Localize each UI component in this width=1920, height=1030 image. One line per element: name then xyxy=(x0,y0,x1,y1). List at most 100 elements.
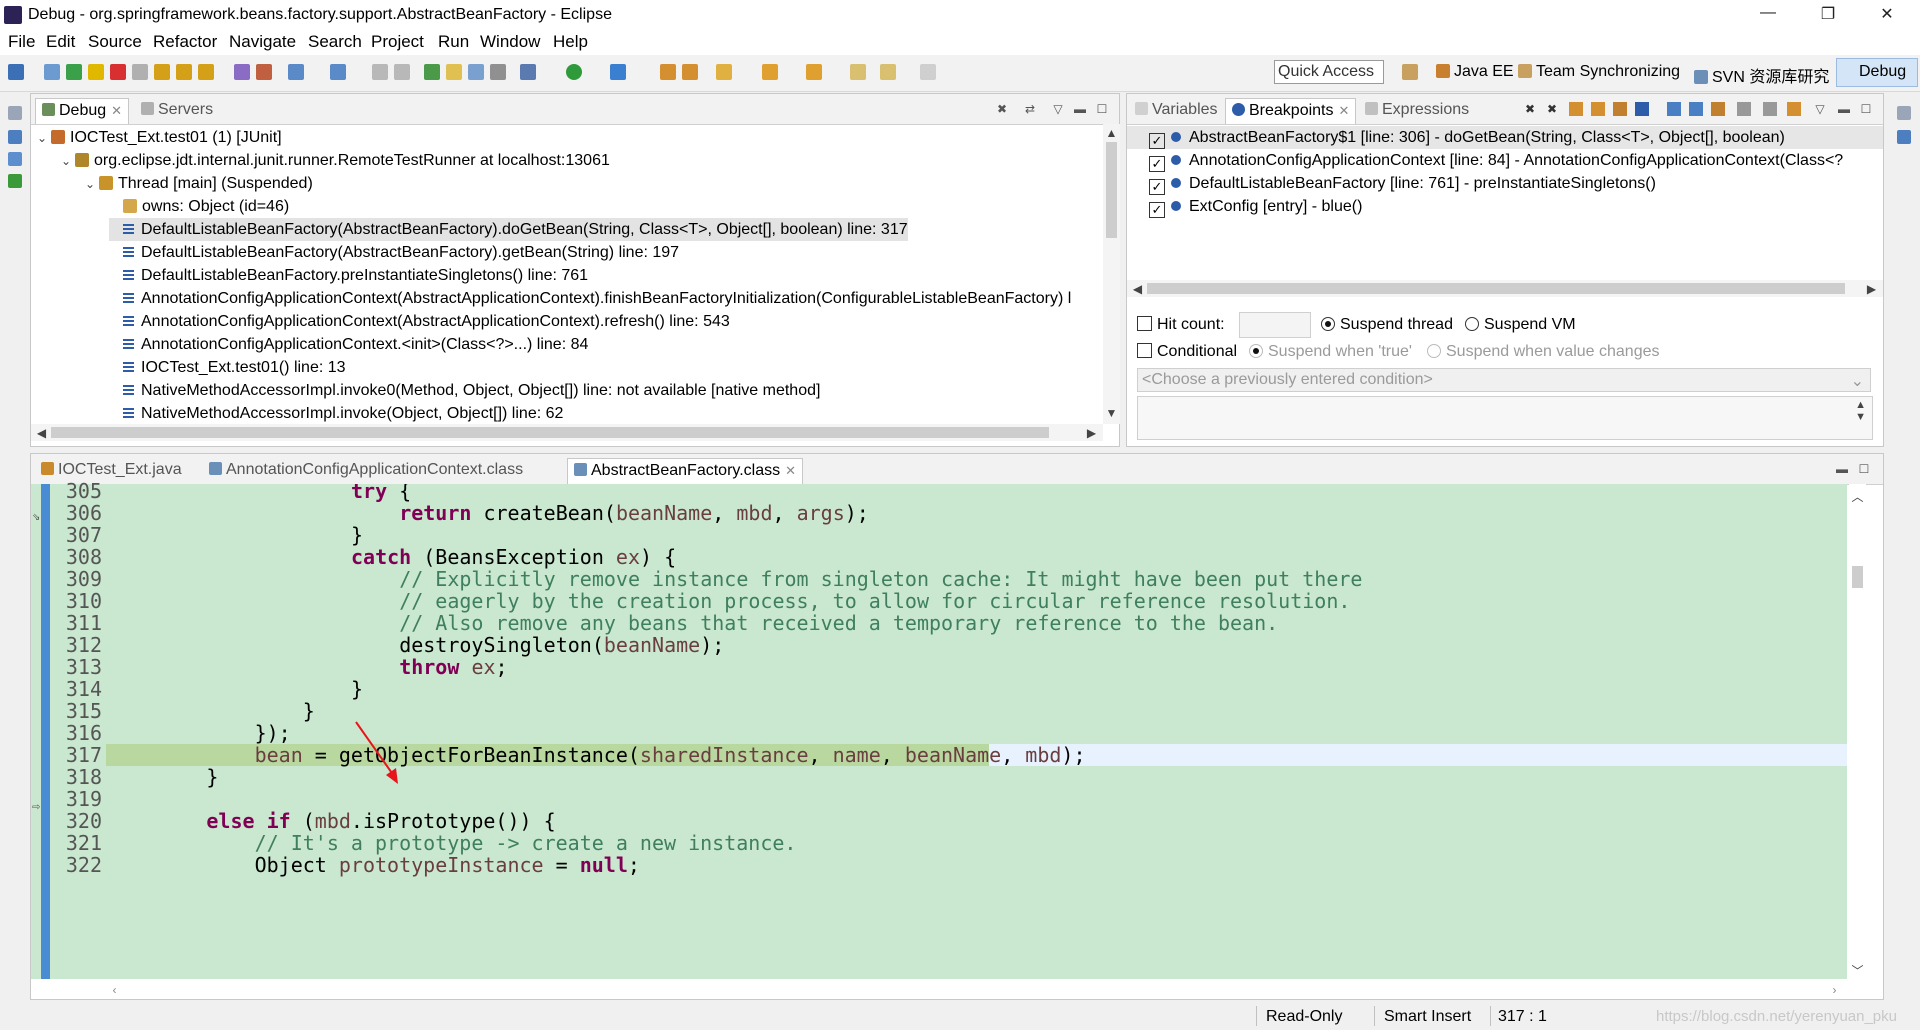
menu-source[interactable]: Source xyxy=(88,32,142,52)
minimize-editor-icon[interactable]: ▬ xyxy=(1835,462,1849,476)
debug-hscroll[interactable]: ◀ ▶ xyxy=(31,424,1103,441)
restore-button[interactable]: ❐ xyxy=(1808,4,1848,24)
stack-frame-row[interactable]: AnnotationConfigApplicationContext(Abstr… xyxy=(109,310,730,333)
chevron-down-icon[interactable]: ⌄ xyxy=(85,173,99,196)
instruction-pointer-icon[interactable]: ⇨ xyxy=(32,802,40,813)
minimize-view-icon[interactable]: ▬ xyxy=(1073,102,1087,116)
scroll-thumb[interactable] xyxy=(1852,566,1863,588)
condition-editor[interactable]: ▲ ▼ xyxy=(1137,396,1873,440)
menu-window[interactable]: Window xyxy=(480,32,540,52)
menu-edit[interactable]: Edit xyxy=(46,32,75,52)
suspend-thread-radio[interactable] xyxy=(1321,317,1335,331)
breakpoint-item[interactable]: ✓ AbstractBeanFactory$1 [line: 306] - doG… xyxy=(1127,126,1883,149)
show-breakpoints-icon[interactable] xyxy=(1569,102,1583,116)
close-icon[interactable]: ✕ xyxy=(785,463,796,478)
chevron-down-icon[interactable]: ⌄ xyxy=(61,150,75,173)
scroll-up-icon[interactable]: ▲ xyxy=(1103,126,1120,140)
stack-frame-row[interactable]: DefaultListableBeanFactory.preInstantiat… xyxy=(109,264,588,287)
menu-search[interactable]: Search xyxy=(308,32,362,52)
breakpoint-enabled-checkbox[interactable]: ✓ xyxy=(1149,179,1165,195)
open-perspective-icon[interactable] xyxy=(1402,64,1418,80)
breakpoint-enabled-checkbox[interactable]: ✓ xyxy=(1149,202,1165,218)
stack-frame-row[interactable]: DefaultListableBeanFactory(AbstractBeanF… xyxy=(109,218,908,241)
print-icon[interactable] xyxy=(372,64,388,80)
suspend-thread-option[interactable]: Suspend thread xyxy=(1321,316,1453,334)
close-icon[interactable]: ✕ xyxy=(1339,103,1350,118)
copy-icon[interactable] xyxy=(394,64,410,80)
collapse-all-icon[interactable] xyxy=(1689,102,1703,116)
perspective-java-ee[interactable]: Java EE xyxy=(1436,63,1514,81)
toggle-mark-icon[interactable] xyxy=(424,64,440,80)
tab-annotation-config-class[interactable]: AnnotationConfigApplicationContext.class xyxy=(203,458,529,484)
collapse-icon[interactable]: ⇄ xyxy=(1023,102,1037,116)
suspend-icon[interactable] xyxy=(88,64,104,80)
scroll-updown-icon[interactable]: ▲ ▼ xyxy=(1855,399,1866,423)
open-folder-icon[interactable] xyxy=(660,64,676,80)
scroll-right-icon[interactable]: › xyxy=(1826,983,1843,997)
hit-count-option[interactable]: Hit count: xyxy=(1137,316,1225,334)
show-whitespace-icon[interactable] xyxy=(490,64,506,80)
menu-file[interactable]: File xyxy=(8,32,35,52)
restore-icon[interactable] xyxy=(1897,106,1911,120)
perspective-debug[interactable]: Debug xyxy=(1836,58,1918,87)
tab-variables[interactable]: Variables xyxy=(1129,98,1224,124)
package-explorer-icon[interactable] xyxy=(8,130,22,144)
scroll-right-icon[interactable]: ▶ xyxy=(1083,426,1100,440)
search-icon[interactable] xyxy=(716,64,732,80)
scroll-thumb[interactable] xyxy=(51,427,1049,438)
condition-history-select[interactable]: <Choose a previously entered condition> ⌄ xyxy=(1137,368,1871,392)
step-into-icon[interactable] xyxy=(154,64,170,80)
stack-frame-row[interactable]: IOCTest_Ext.test01() line: 13 xyxy=(109,356,346,379)
scroll-right-icon[interactable]: ▶ xyxy=(1863,282,1880,296)
conditional-checkbox[interactable] xyxy=(1137,343,1152,358)
suspend-when-true-radio[interactable] xyxy=(1249,344,1263,358)
use-step-filters-icon[interactable] xyxy=(256,64,272,80)
menu-navigate[interactable]: Navigate xyxy=(229,32,296,52)
terminate-icon[interactable] xyxy=(110,64,126,80)
highlight-icon[interactable] xyxy=(446,64,462,80)
conditional-option[interactable]: Conditional xyxy=(1137,343,1237,361)
scroll-left-icon[interactable]: ◀ xyxy=(33,426,50,440)
scroll-thumb[interactable] xyxy=(1147,283,1845,294)
stack-frame-row[interactable]: DefaultListableBeanFactory(AbstractBeanF… xyxy=(109,241,679,264)
stack-frame-row[interactable]: NativeMethodAccessorImpl.invoke(Object, … xyxy=(109,402,563,424)
view-menu-icon[interactable]: ▽ xyxy=(1813,102,1827,116)
perspective-team-sync[interactable]: Team Synchronizing xyxy=(1518,63,1680,81)
back-history-icon[interactable] xyxy=(880,64,896,80)
maximize-editor-icon[interactable]: ☐ xyxy=(1857,462,1871,476)
drop-to-frame-icon[interactable] xyxy=(234,64,250,80)
tab-debug[interactable]: Debug ✕ xyxy=(35,98,130,124)
debug-run-icon[interactable] xyxy=(520,64,536,80)
tree-node[interactable]: ⌄ Thread [main] (Suspended) xyxy=(85,172,313,195)
annotation-next-icon[interactable] xyxy=(762,64,778,80)
breakpoint-item[interactable]: ✓ ExtConfig [entry] - blue() xyxy=(1127,195,1883,218)
tab-servers[interactable]: Servers xyxy=(135,98,219,124)
maximize-view-icon[interactable]: ☐ xyxy=(1859,102,1873,116)
stack-frame-row[interactable]: NativeMethodAccessorImpl.invoke0(Method,… xyxy=(109,379,820,402)
scroll-left-icon[interactable]: ◀ xyxy=(1129,282,1146,296)
expand-all-icon[interactable] xyxy=(1667,102,1681,116)
skip-breakpoints-icon[interactable] xyxy=(44,64,60,80)
breakpoint-enabled-checkbox[interactable]: ✓ xyxy=(1149,133,1165,149)
run-icon[interactable] xyxy=(566,64,582,80)
go-to-file-icon[interactable] xyxy=(1591,102,1605,116)
stack-frame-row[interactable]: AnnotationConfigApplicationContext.<init… xyxy=(109,333,588,356)
minimize-button[interactable]: — xyxy=(1748,4,1788,22)
menu-run[interactable]: Run xyxy=(438,32,469,52)
scroll-thumb[interactable] xyxy=(1106,142,1117,238)
tab-expressions[interactable]: Expressions xyxy=(1359,98,1475,124)
editor-hscroll[interactable]: ‹ › xyxy=(106,981,1849,998)
debug-vscroll[interactable]: ▲ ▼ xyxy=(1103,124,1120,424)
chevron-down-icon[interactable]: ⌄ xyxy=(37,127,51,150)
scroll-down-icon[interactable]: ﹀ xyxy=(1849,962,1866,979)
outline-icon[interactable] xyxy=(1897,130,1911,144)
group-icon[interactable] xyxy=(1737,102,1751,116)
suspend-when-changes-radio[interactable] xyxy=(1427,344,1441,358)
restore-icon[interactable] xyxy=(8,106,22,120)
menu-help[interactable]: Help xyxy=(553,32,588,52)
save-icon[interactable] xyxy=(8,64,24,80)
outline-icon[interactable] xyxy=(8,174,22,188)
maximize-view-icon[interactable]: ☐ xyxy=(1095,102,1109,116)
annotation-prev-icon[interactable] xyxy=(806,64,822,80)
suspend-vm-option[interactable]: Suspend VM xyxy=(1465,316,1576,334)
